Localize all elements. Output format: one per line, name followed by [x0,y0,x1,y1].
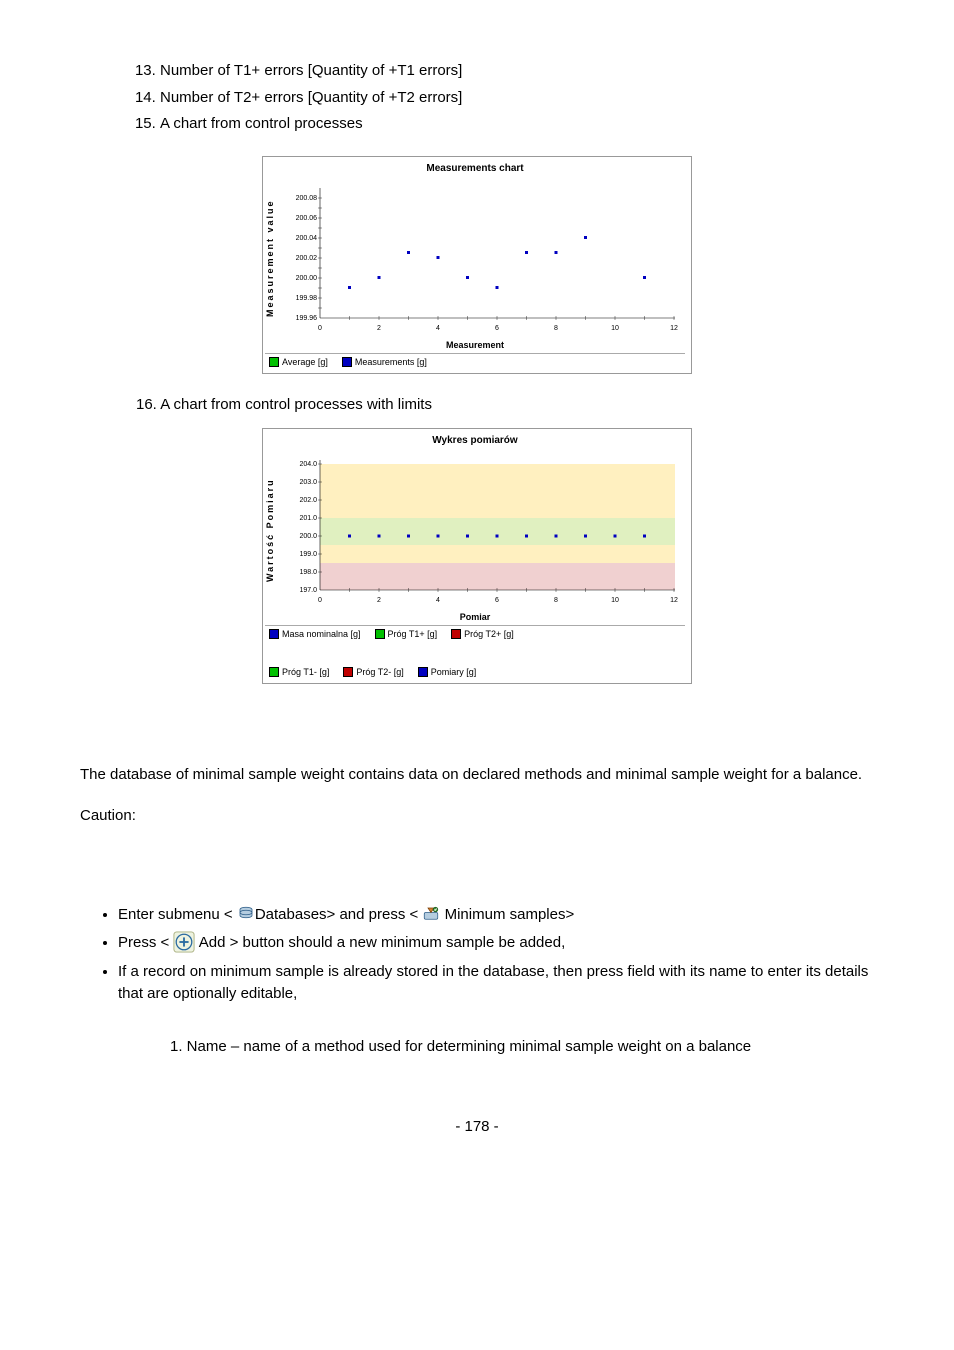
list-text: Number of T2+ errors [Quantity of +T2 er… [160,89,462,106]
chart2-xlabel: Pomiar [265,612,685,622]
svg-text:8: 8 [554,597,558,604]
svg-text:200.08: 200.08 [296,195,318,202]
svg-text:4: 4 [436,597,440,604]
svg-text:202.0: 202.0 [299,497,317,504]
svg-text:199.96: 199.96 [296,315,318,322]
svg-text:12: 12 [670,325,678,332]
list-text: Number of T1+ errors [Quantity of +T1 er… [160,62,462,79]
svg-text:197.0: 197.0 [299,587,317,594]
legend-label: Próg T2+ [g] [464,629,514,639]
bullet-text: Press < [118,934,173,951]
swatch-blue [342,357,352,367]
chart-1-container: Measurements chart Measurement value 199… [80,156,874,374]
legend-label: Próg T1+ [g] [388,629,438,639]
svg-text:6: 6 [495,597,499,604]
numbered-list: Number of T1+ errors [Quantity of +T1 er… [80,60,874,136]
chart1-title: Measurements chart [265,163,685,174]
bullet-text: If a record on minimum sample is already… [118,963,868,1003]
paragraph-database: The database of minimal sample weight co… [80,764,874,787]
svg-text:203.0: 203.0 [299,479,317,486]
chart2-plot: 197.0 198.0 199.0 200.0 201.0 202.0 203.… [275,450,685,610]
list-item-16: 16. A chart from control processes with … [80,394,874,417]
legend-item: Measurements [g] [342,357,427,367]
list-item: Number of T1+ errors [Quantity of +T1 er… [160,60,874,83]
bullet-text: Enter submenu < [118,906,237,923]
svg-text:200.0: 200.0 [299,533,317,540]
bullet-text: Minimum samples> [440,906,574,923]
list-item: Number of T2+ errors [Quantity of +T2 er… [160,87,874,110]
svg-text:10: 10 [611,597,619,604]
svg-text:2: 2 [377,325,381,332]
chart1-plot: 199.96 199.98 200.00 200.02 200.04 200.0… [275,178,685,338]
svg-text:200.02: 200.02 [296,255,318,262]
bullet-item: Press < Add > button should a new minimu… [118,932,874,955]
legend-label: Pomiary [g] [431,667,477,677]
svg-text:6: 6 [495,325,499,332]
chart2-ylabel: Wartość Pomiaru [265,450,275,610]
swatch-green [269,357,279,367]
svg-text:198.0: 198.0 [299,569,317,576]
chart2-title: Wykres pomiarów [265,435,685,446]
chart2-legend: Masa nominalna [g] Próg T1+ [g] Próg T2+… [265,625,685,679]
legend-label: Average [g] [282,357,328,367]
minimum-samples-icon [422,905,440,923]
chart1-xlabel: Measurement [265,340,685,350]
svg-text:12: 12 [670,597,678,604]
svg-text:0: 0 [318,597,322,604]
bullet-item: Enter submenu < Databases> and press < M… [118,904,874,927]
legend-label: Próg T2- [g] [356,667,403,677]
legend-label: Masa nominalna [g] [282,629,361,639]
sub-list: 1. Name – name of a method used for dete… [80,1036,874,1059]
legend-label: Próg T1- [g] [282,667,329,677]
svg-text:200.06: 200.06 [296,215,318,222]
svg-text:10: 10 [611,325,619,332]
chart1-ylabel: Measurement value [265,178,275,338]
svg-text:200.00: 200.00 [296,275,318,282]
bullet-text: Add > button should a new minimum sample… [195,934,565,951]
legend-item: Average [g] [269,357,328,367]
bullet-text: Databases> and press < [255,906,423,923]
svg-text:200.04: 200.04 [296,235,318,242]
list-text: A chart from control processes [160,115,363,132]
svg-text:204.0: 204.0 [299,461,317,468]
page-number: - 178 - [80,1118,874,1135]
svg-text:2: 2 [377,597,381,604]
caution-label: Caution: [80,807,874,824]
svg-text:0: 0 [318,325,322,332]
svg-text:8: 8 [554,325,558,332]
list-item: A chart from control processes [160,113,874,136]
legend-label: Measurements [g] [355,357,427,367]
svg-text:201.0: 201.0 [299,515,317,522]
add-icon [173,931,195,953]
svg-text:4: 4 [436,325,440,332]
databases-icon [237,905,255,923]
svg-text:199.98: 199.98 [296,295,318,302]
chart-2-container: Wykres pomiarów Wartość Pomiaru 197.0 19… [80,428,874,684]
sub-item: 1. Name – name of a method used for dete… [170,1036,874,1059]
bullet-list: Enter submenu < Databases> and press < M… [80,904,874,1006]
bullet-item: If a record on minimum sample is already… [118,961,874,1006]
svg-text:199.0: 199.0 [299,551,317,558]
chart1-legend: Average [g] Measurements [g] [265,353,685,369]
